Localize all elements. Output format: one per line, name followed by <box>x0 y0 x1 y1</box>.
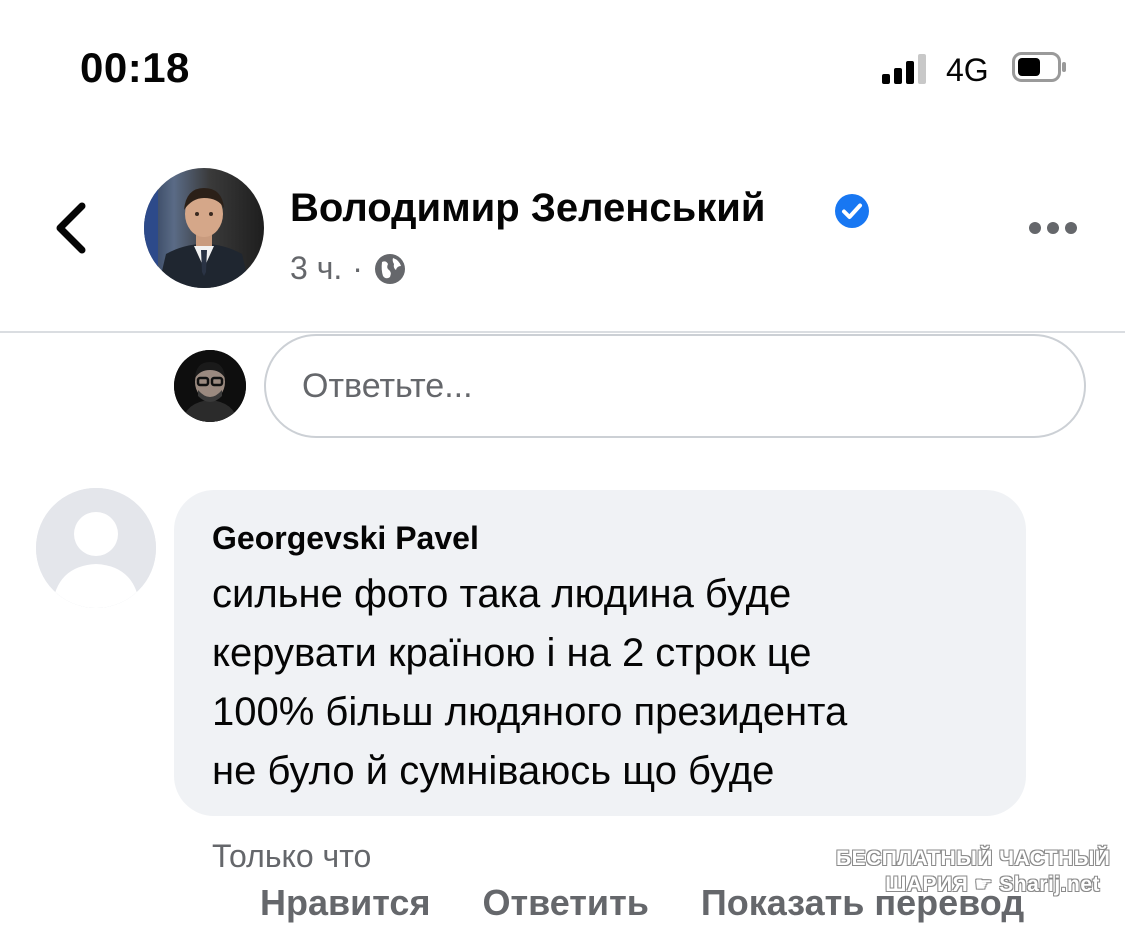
post-meta: 3 ч. · <box>290 250 407 287</box>
current-user-avatar[interactable] <box>174 350 246 422</box>
comment-author[interactable]: Georgevski Pavel <box>212 520 988 557</box>
battery-icon <box>1012 52 1066 82</box>
status-time: 00:18 <box>80 44 190 91</box>
watermark-line2: ШАРИЯ ☛ Sharij.net <box>836 872 1100 898</box>
comment-text-line: керувати країною і на 2 строк це <box>212 631 812 675</box>
post-author-name[interactable]: Володимир Зеленський <box>290 186 765 231</box>
watermark-line2-b: Sharij.net <box>999 873 1100 896</box>
comment-text-line: сильне фото така людина буде <box>212 572 792 616</box>
network-type: 4G <box>946 52 989 88</box>
reply-input[interactable] <box>264 334 1086 438</box>
more-options-icon[interactable] <box>1028 218 1078 238</box>
comment-text-line: не було й сумніваюсь що буде <box>212 749 775 793</box>
comment-text-line: 100% більш людяного президента <box>212 690 848 734</box>
like-button[interactable]: Нравится <box>260 882 430 924</box>
watermark: БЕСПЛАТНЫЙ ЧАСТНЫЙ ШАРИЯ ☛ Sharij.net <box>836 846 1111 898</box>
post-time[interactable]: 3 ч. <box>290 250 342 287</box>
pointing-hand-icon: ☛ <box>974 874 993 896</box>
comment-bubble: Georgevski Pavel сильне фото така людина… <box>174 490 1026 816</box>
watermark-line1: БЕСПЛАТНЫЙ ЧАСТНЫЙ <box>836 847 1111 870</box>
author-avatar[interactable] <box>144 168 264 288</box>
verified-badge-icon <box>835 194 869 228</box>
comment-time: Только что <box>212 838 372 874</box>
commenter-avatar[interactable] <box>36 488 156 608</box>
watermark-line2-a: ШАРИЯ <box>885 873 969 896</box>
meta-separator: · <box>352 250 363 286</box>
back-chevron-icon[interactable] <box>52 200 92 256</box>
header-divider <box>0 331 1125 333</box>
globe-icon <box>374 253 405 284</box>
reply-button[interactable]: Ответить <box>482 882 648 924</box>
signal-icon <box>882 52 934 84</box>
